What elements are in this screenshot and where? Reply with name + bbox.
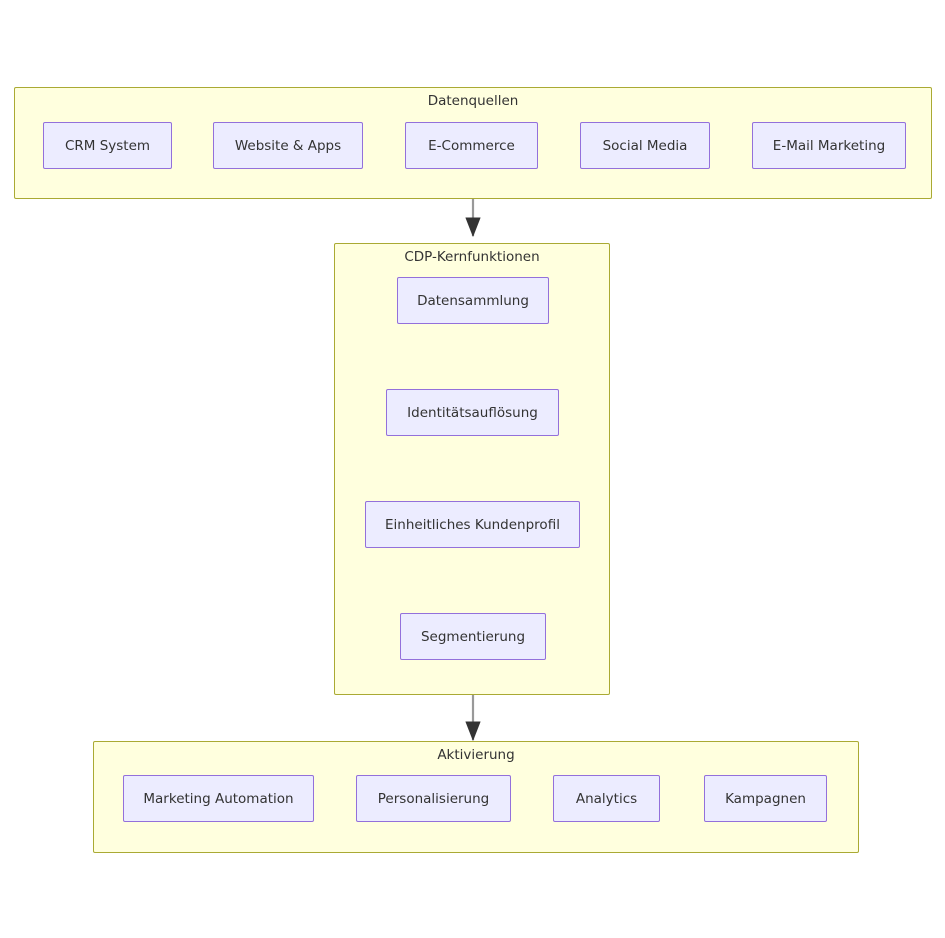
node-crm-system[interactable]: CRM System bbox=[43, 122, 172, 169]
node-label: E-Mail Marketing bbox=[772, 137, 886, 154]
node-label: Social Media bbox=[602, 137, 688, 154]
flowchart-canvas: Datenquellen CRM System Website & Apps E… bbox=[0, 0, 945, 938]
node-label: Kampagnen bbox=[725, 790, 806, 807]
node-marketing-automation[interactable]: Marketing Automation bbox=[123, 775, 314, 822]
node-label: E-Commerce bbox=[428, 137, 515, 154]
node-kampagnen[interactable]: Kampagnen bbox=[704, 775, 827, 822]
cluster-label-datenquellen: Datenquellen bbox=[427, 93, 519, 109]
node-label: Analytics bbox=[575, 790, 638, 807]
node-e-mail-marketing[interactable]: E-Mail Marketing bbox=[752, 122, 906, 169]
node-label: Personalisierung bbox=[377, 790, 490, 807]
node-label: Website & Apps bbox=[234, 137, 342, 154]
node-datensammlung[interactable]: Datensammlung bbox=[397, 277, 549, 324]
node-identitaetsaufloesung[interactable]: Identitätsauflösung bbox=[386, 389, 559, 436]
node-einheitliches-kundenprofil[interactable]: Einheitliches Kundenprofil bbox=[365, 501, 580, 548]
node-label: Datensammlung bbox=[417, 292, 529, 309]
node-label: Einheitliches Kundenprofil bbox=[385, 516, 560, 533]
node-segmentierung[interactable]: Segmentierung bbox=[400, 613, 546, 660]
cluster-label-aktivierung: Aktivierung bbox=[437, 747, 515, 763]
node-analytics[interactable]: Analytics bbox=[553, 775, 660, 822]
cluster-label-cdp-kernfunktionen: CDP-Kernfunktionen bbox=[404, 249, 540, 265]
node-personalisierung[interactable]: Personalisierung bbox=[356, 775, 511, 822]
node-e-commerce[interactable]: E-Commerce bbox=[405, 122, 538, 169]
node-social-media[interactable]: Social Media bbox=[580, 122, 710, 169]
node-website-apps[interactable]: Website & Apps bbox=[213, 122, 363, 169]
node-label: Identitätsauflösung bbox=[407, 404, 538, 421]
node-label: CRM System bbox=[64, 137, 151, 154]
node-label: Segmentierung bbox=[420, 628, 526, 645]
node-label: Marketing Automation bbox=[143, 790, 294, 807]
